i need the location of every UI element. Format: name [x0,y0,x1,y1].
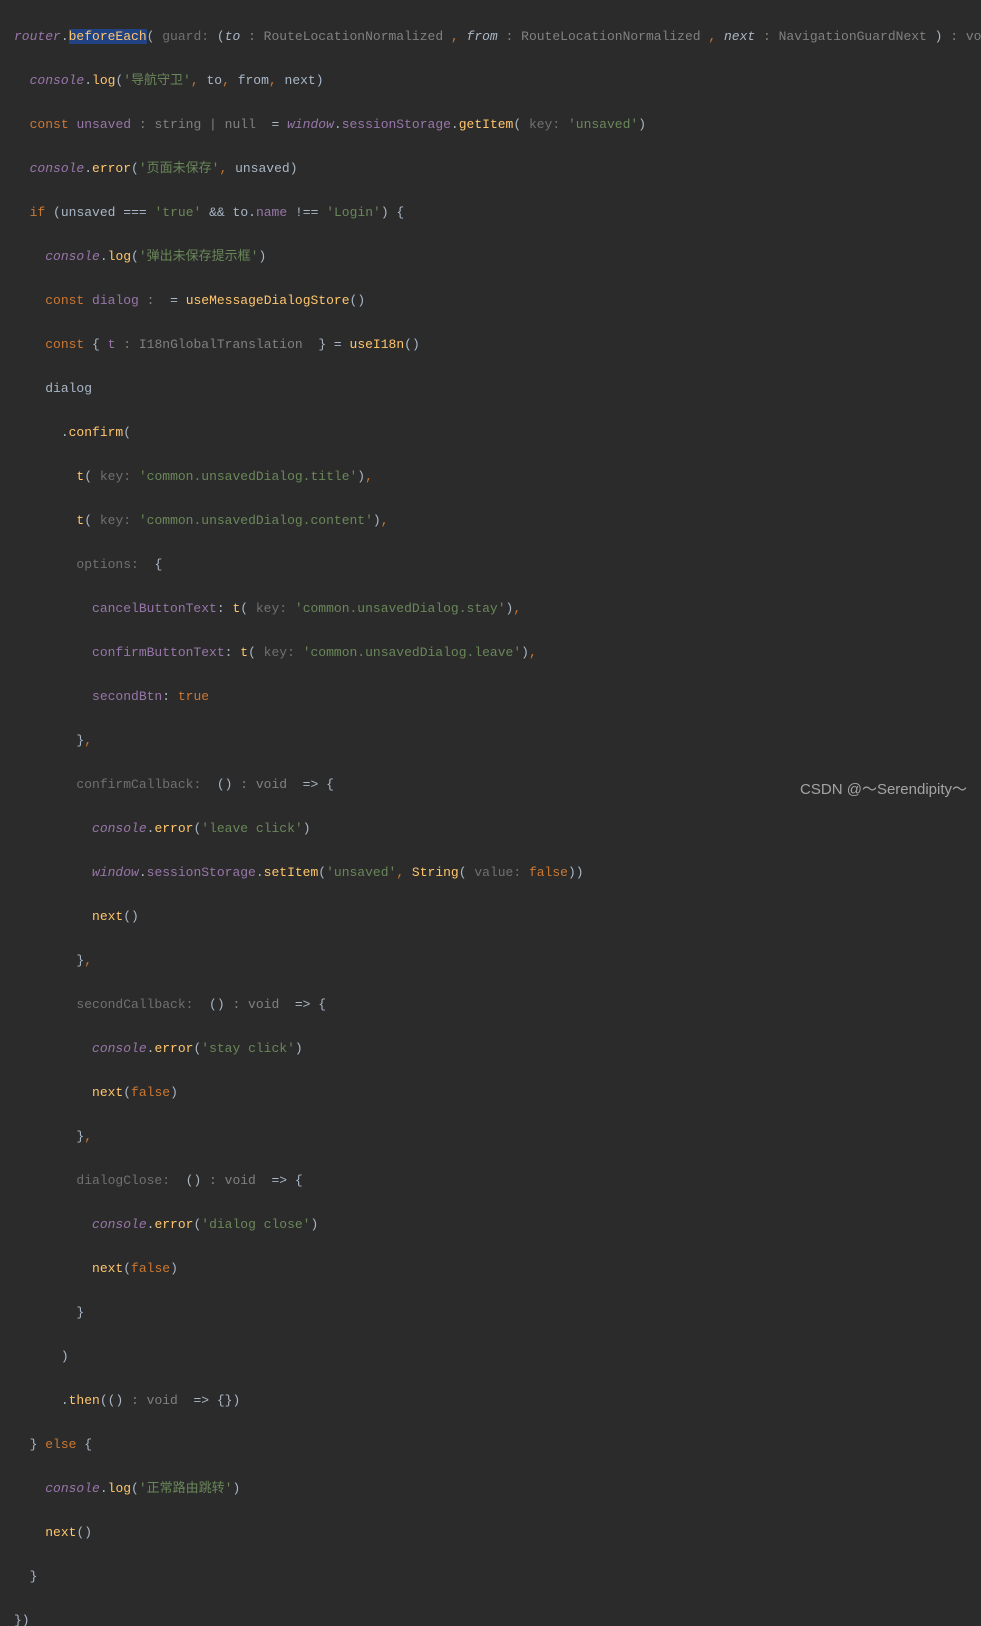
code-line: console.error('dialog close') [14,1214,981,1236]
code-line: } [14,1302,981,1324]
watermark: CSDN @～Serendipity～ [800,779,967,801]
code-line: secondBtn: true [14,686,981,708]
code-line: ) [14,1346,981,1368]
code-line: } else { [14,1434,981,1456]
code-line: t( key: 'common.unsavedDialog.content'), [14,510,981,532]
code-line: .confirm( [14,422,981,444]
code-line: }, [14,1126,981,1148]
code-line: dialogClose: () : void => { [14,1170,981,1192]
code-line: confirmButtonText: t( key: 'common.unsav… [14,642,981,664]
code-line: options: { [14,554,981,576]
code-line: dialog [14,378,981,400]
code-line: console.error('stay click') [14,1038,981,1060]
code-line: console.log('弹出未保存提示框') [14,246,981,268]
code-line: secondCallback: () : void => { [14,994,981,1016]
code-line: const { t : I18nGlobalTranslation } = us… [14,334,981,356]
code-line: console.error('页面未保存', unsaved) [14,158,981,180]
code-line: console.error('leave click') [14,818,981,840]
code-line: next(false) [14,1258,981,1280]
code-line: if (unsaved === 'true' && to.name !== 'L… [14,202,981,224]
code-line: next() [14,1522,981,1544]
code-editor[interactable]: router.beforeEach( guard: (to : RouteLoc… [0,0,981,1626]
code-line: const dialog : = useMessageDialogStore() [14,290,981,312]
code-line: }, [14,950,981,972]
code-line: console.log('正常路由跳转') [14,1478,981,1500]
code-line: console.log('导航守卫', to, from, next) [14,70,981,92]
code-line: }, [14,730,981,752]
code-line: } [14,1566,981,1588]
code-line: const unsaved : string | null = window.s… [14,114,981,136]
code-line: t( key: 'common.unsavedDialog.title'), [14,466,981,488]
code-line: window.sessionStorage.setItem('unsaved',… [14,862,981,884]
code-line: router.beforeEach( guard: (to : RouteLoc… [14,26,981,48]
code-line: next(false) [14,1082,981,1104]
code-line: }) [14,1610,981,1626]
code-line: cancelButtonText: t( key: 'common.unsave… [14,598,981,620]
code-line: next() [14,906,981,928]
code-line: .then(() : void => {}) [14,1390,981,1412]
